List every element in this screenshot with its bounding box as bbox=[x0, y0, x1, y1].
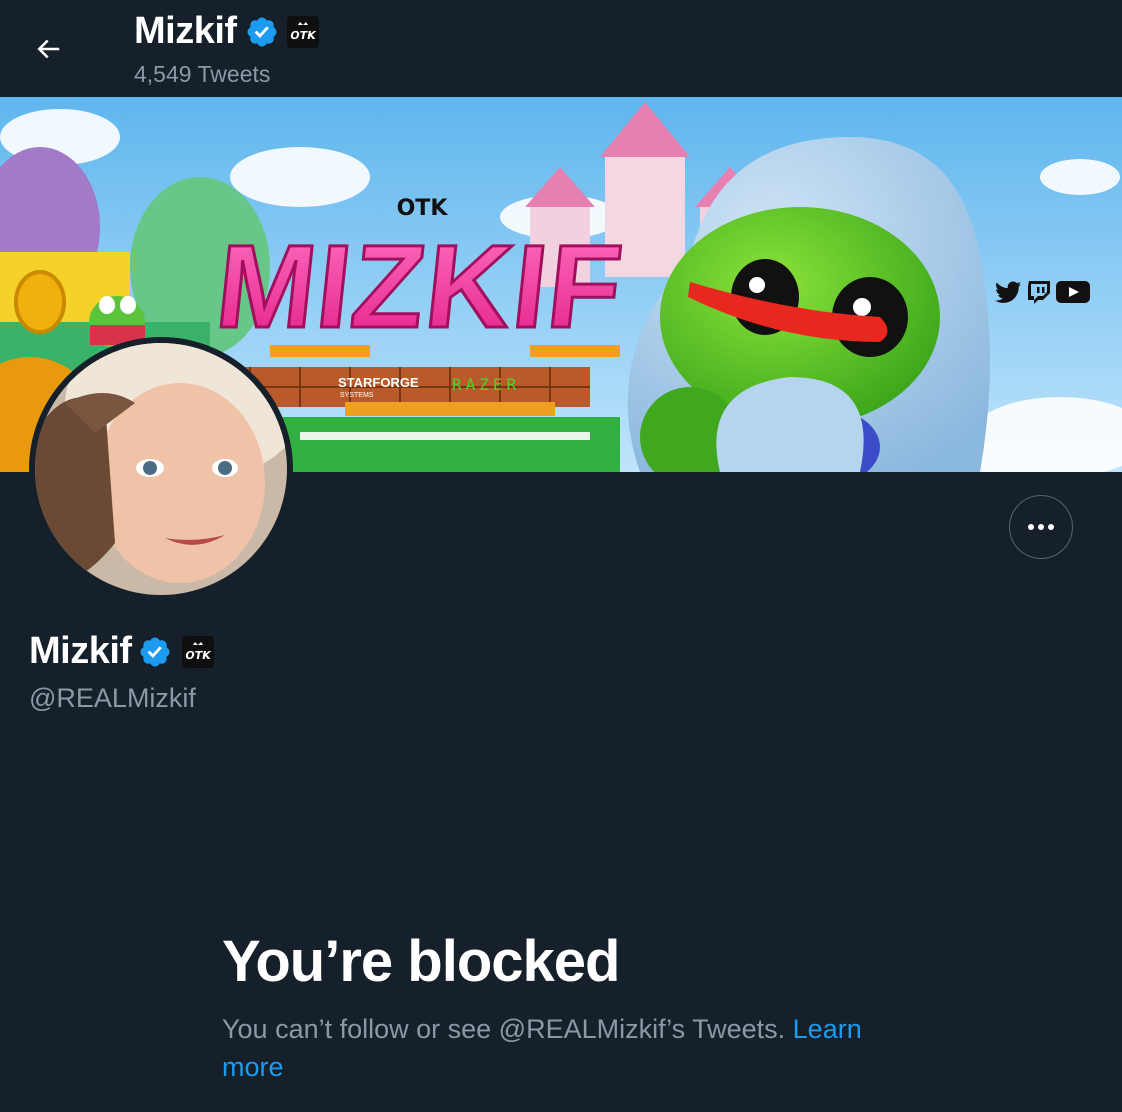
profile-avatar[interactable] bbox=[29, 337, 293, 601]
svg-text:OTK: OTK bbox=[289, 29, 317, 42]
blocked-title: You’re blocked bbox=[222, 929, 620, 994]
verified-icon bbox=[247, 16, 277, 47]
profile-name: Mizkif bbox=[29, 630, 132, 672]
header-name: Mizkif bbox=[134, 10, 237, 52]
sponsor-starforge: STARFORGE bbox=[338, 375, 419, 390]
otk-logo-icon: OTK bbox=[184, 641, 212, 662]
verified-icon bbox=[140, 636, 170, 667]
more-options-button[interactable] bbox=[1009, 495, 1073, 559]
ellipsis-icon bbox=[1028, 524, 1054, 530]
arrow-left-icon bbox=[37, 39, 60, 59]
profile-page: Mizkif OTK 4,549 Tweets STARFORGE SYSTEM… bbox=[0, 0, 1122, 1112]
banner-title: MIZKIF bbox=[211, 221, 630, 353]
avatar-image bbox=[35, 343, 287, 595]
otk-logo-icon: OTK bbox=[289, 21, 317, 42]
otk-affiliate-badge[interactable]: OTK bbox=[286, 15, 319, 48]
sponsor-razer: RAZER bbox=[452, 375, 520, 394]
top-header: Mizkif OTK 4,549 Tweets bbox=[0, 0, 1122, 97]
otk-affiliate-badge[interactable]: OTK bbox=[181, 635, 214, 668]
profile-handle: @REALMizkif bbox=[29, 683, 196, 713]
blocked-message-text: You can’t follow or see @REALMizkif’s Tw… bbox=[222, 1014, 793, 1044]
banner-otk-logo: OTK bbox=[397, 196, 449, 221]
svg-text:OTK: OTK bbox=[184, 649, 212, 662]
blocked-message: You can’t follow or see @REALMizkif’s Tw… bbox=[222, 1010, 922, 1086]
svg-text:SYSTEMS: SYSTEMS bbox=[340, 392, 374, 399]
back-button[interactable] bbox=[26, 27, 70, 71]
tweet-count: 4,549 Tweets bbox=[134, 61, 271, 87]
